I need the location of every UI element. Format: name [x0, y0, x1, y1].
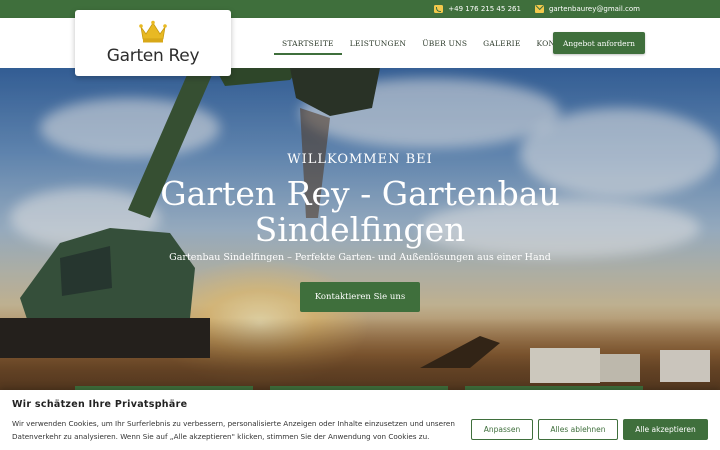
phone-icon: [434, 5, 444, 13]
cookie-accept-button[interactable]: Alle akzeptieren: [623, 419, 708, 440]
cookie-title: Wir schätzen Ihre Privatsphäre: [12, 399, 188, 410]
contact-us-button[interactable]: Kontaktieren Sie uns: [300, 282, 420, 312]
mail-icon: [534, 5, 544, 13]
cookie-customize-button[interactable]: Anpassen: [471, 419, 533, 440]
nav-item-ueber-uns[interactable]: ÜBER UNS: [414, 18, 475, 68]
crown-icon: [139, 20, 167, 43]
logo-text: Garten Rey: [106, 46, 200, 66]
main-navigation: STARTSEITE LEISTUNGEN ÜBER UNS GALERIE K…: [274, 18, 585, 68]
cookie-reject-button[interactable]: Alles ablehnen: [538, 419, 618, 440]
nav-item-startseite[interactable]: STARTSEITE: [274, 18, 342, 68]
nav-item-leistungen[interactable]: LEISTUNGEN: [342, 18, 414, 68]
hero-subtitle: Gartenbau Sindelfingen – Perfekte Garten…: [169, 252, 551, 263]
email-contact[interactable]: gartenbaurey@gmail.com: [534, 5, 640, 13]
email-address[interactable]: gartenbaurey@gmail.com: [549, 5, 640, 13]
nav-item-galerie[interactable]: GALERIE: [475, 18, 528, 68]
site-logo[interactable]: Garten Rey: [75, 10, 231, 76]
cookie-text: Wir verwenden Cookies, um Ihr Surferlebn…: [12, 419, 455, 441]
hero-title: Garten Rey - Gartenbau Sindelfingen: [160, 174, 560, 249]
phone-contact[interactable]: +49 176 215 45 261: [434, 5, 521, 13]
phone-number[interactable]: +49 176 215 45 261: [448, 5, 521, 13]
cookie-consent-banner: Wir schätzen Ihre Privatsphäre Wir verwe…: [0, 390, 720, 450]
request-quote-button[interactable]: Angebot anfordern: [553, 32, 645, 54]
hero-eyebrow: WILLKOMMEN BEI: [287, 152, 433, 167]
